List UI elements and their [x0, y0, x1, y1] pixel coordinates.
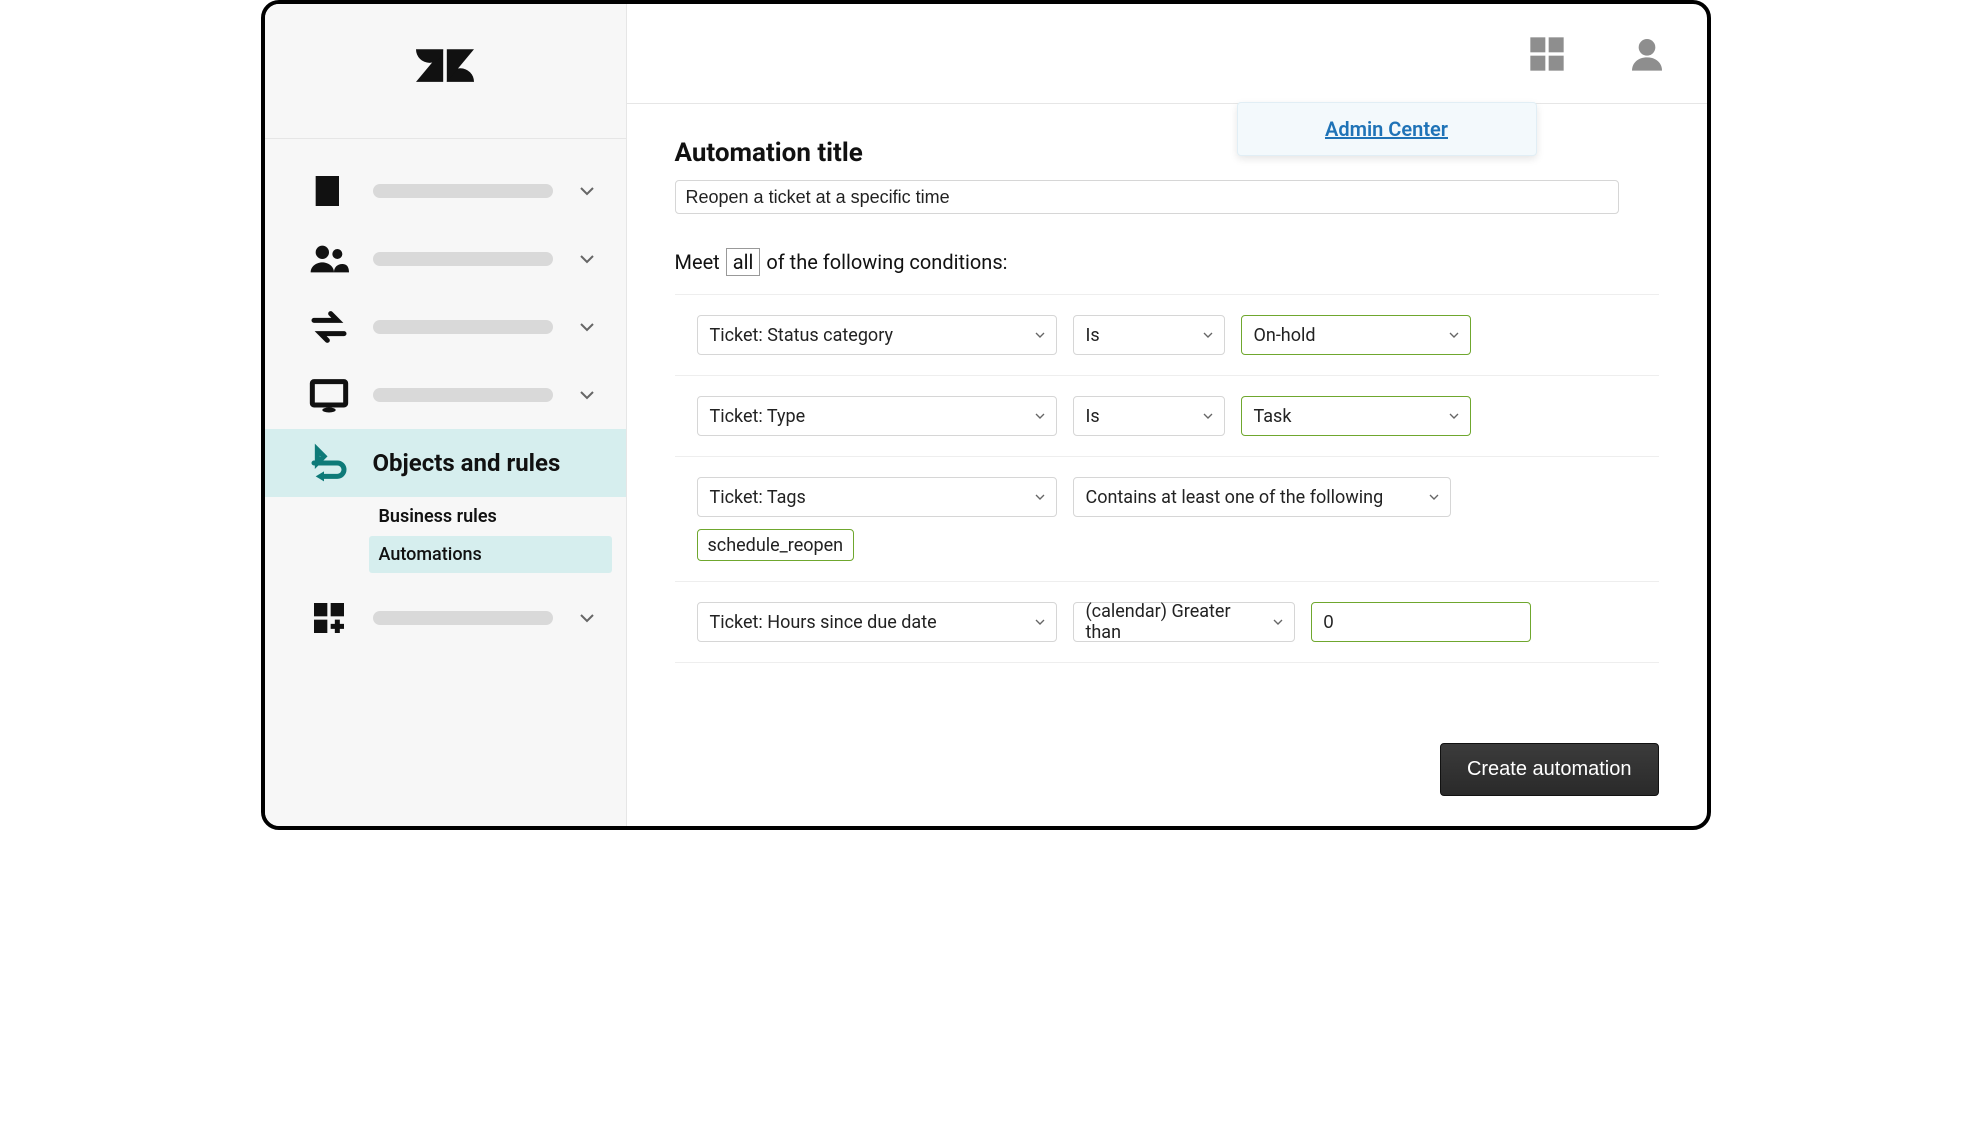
chevron-down-icon: [1200, 408, 1216, 424]
condition-value-input[interactable]: [1311, 602, 1531, 642]
placeholder-bar: [373, 388, 553, 402]
workflow-icon: [309, 443, 349, 483]
chevron-down-icon: [575, 179, 599, 203]
chevron-down-icon: [1446, 327, 1462, 343]
brand-logo: [265, 4, 626, 139]
create-automation-button[interactable]: Create automation: [1440, 743, 1659, 796]
condition-row: Ticket: Tags Contains at least one of th…: [675, 457, 1659, 582]
meet-prefix: Meet: [675, 250, 720, 274]
subnav-automations[interactable]: Automations: [369, 536, 612, 573]
app-window: Objects and rules Business rules Automat…: [261, 0, 1711, 830]
sidebar: Objects and rules Business rules Automat…: [265, 4, 627, 826]
placeholder-bar: [373, 611, 553, 625]
chevron-down-icon: [1032, 408, 1048, 424]
apps-add-icon: [309, 598, 349, 638]
main-pane: Admin Center Automation title Meet all o…: [627, 4, 1707, 826]
chevron-down-icon: [1032, 614, 1048, 630]
chevron-down-icon: [575, 606, 599, 630]
condition-field-select[interactable]: Ticket: Status category: [697, 315, 1057, 355]
sidebar-item-label: Objects and rules: [373, 449, 561, 477]
zendesk-logo-icon: [416, 42, 474, 100]
products-grid-icon[interactable]: [1527, 34, 1567, 74]
placeholder-bar: [373, 184, 553, 198]
conditions-list: Ticket: Status category Is On-hold: [675, 294, 1659, 663]
condition-row: Ticket: Hours since due date (calendar) …: [675, 582, 1659, 663]
condition-field-select[interactable]: Ticket: Type: [697, 396, 1057, 436]
chevron-down-icon: [575, 247, 599, 271]
chevron-down-icon: [1426, 489, 1442, 505]
monitor-icon: [309, 375, 349, 415]
building-icon: [309, 171, 349, 211]
chevron-down-icon: [575, 383, 599, 407]
condition-field-select[interactable]: Ticket: Hours since due date: [697, 602, 1057, 642]
chevron-down-icon: [1446, 408, 1462, 424]
form-footer: Create automation: [627, 713, 1707, 826]
automation-title-input[interactable]: [675, 180, 1619, 214]
admin-center-popover: Admin Center: [1237, 102, 1537, 156]
sidebar-item-people[interactable]: [265, 225, 626, 293]
subnav-business-rules[interactable]: Business rules: [369, 498, 612, 535]
match-mode-select[interactable]: all: [726, 248, 761, 276]
sidebar-item-account[interactable]: [265, 157, 626, 225]
arrows-icon: [309, 307, 349, 347]
topbar: [627, 4, 1707, 104]
condition-operator-select[interactable]: (calendar) Greater than: [1073, 602, 1295, 642]
condition-row: Ticket: Status category Is On-hold: [675, 295, 1659, 376]
conditions-header: Meet all of the following conditions:: [675, 248, 1659, 276]
chevron-down-icon: [1032, 327, 1048, 343]
chevron-down-icon: [1270, 614, 1286, 630]
sidebar-item-workspaces[interactable]: [265, 361, 626, 429]
admin-center-link[interactable]: Admin Center: [1325, 117, 1448, 141]
profile-avatar-icon[interactable]: [1627, 34, 1667, 74]
automation-form: Automation title Meet all of the followi…: [627, 104, 1707, 713]
sidebar-subnav: Business rules Automations: [265, 498, 626, 584]
sidebar-item-objects-rules[interactable]: Objects and rules: [265, 429, 626, 497]
sidebar-nav: Objects and rules Business rules Automat…: [265, 139, 626, 652]
condition-row: Ticket: Type Is Task: [675, 376, 1659, 457]
condition-tag-value[interactable]: schedule_reopen: [697, 529, 855, 561]
condition-operator-select[interactable]: Contains at least one of the following: [1073, 477, 1451, 517]
sidebar-item-channels[interactable]: [265, 293, 626, 361]
meet-suffix: of the following conditions:: [766, 250, 1007, 274]
placeholder-bar: [373, 320, 553, 334]
condition-operator-select[interactable]: Is: [1073, 315, 1225, 355]
placeholder-bar: [373, 252, 553, 266]
condition-operator-select[interactable]: Is: [1073, 396, 1225, 436]
chevron-down-icon: [1200, 327, 1216, 343]
sidebar-item-apps[interactable]: [265, 584, 626, 652]
condition-field-select[interactable]: Ticket: Tags: [697, 477, 1057, 517]
chevron-down-icon: [1032, 489, 1048, 505]
condition-value-select[interactable]: Task: [1241, 396, 1471, 436]
condition-value-select[interactable]: On-hold: [1241, 315, 1471, 355]
chevron-down-icon: [575, 315, 599, 339]
people-icon: [309, 239, 349, 279]
